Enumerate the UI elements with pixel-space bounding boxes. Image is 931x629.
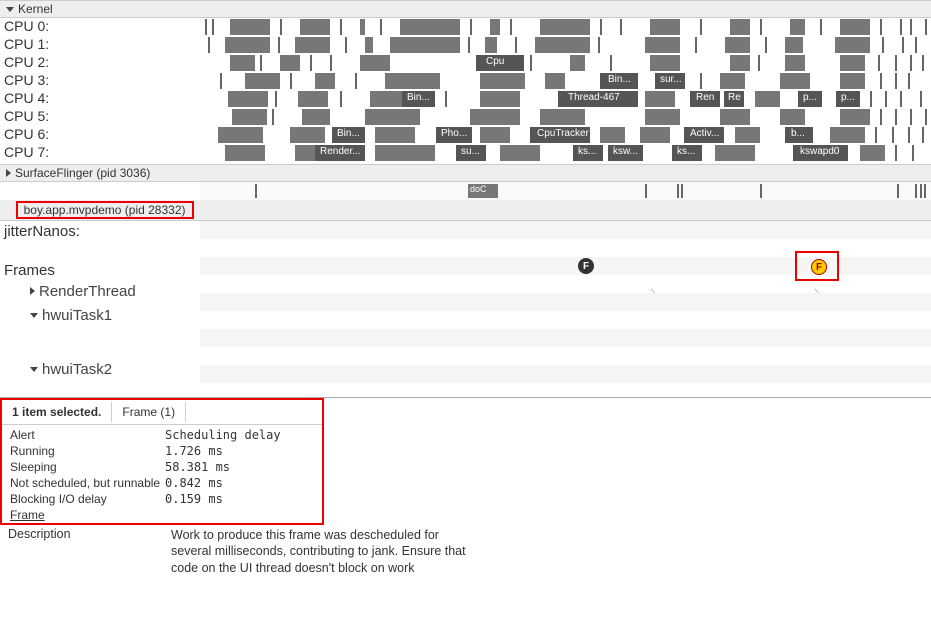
bar-label-ks2: ks... — [677, 146, 695, 157]
sf-bar-doc[interactable]: doC — [468, 184, 498, 198]
bar-label-re: Re — [728, 92, 741, 103]
cpu-label-7[interactable]: CPU 7: — [0, 144, 200, 162]
bar-label-bin3: Bin... — [337, 128, 360, 139]
details-row-notscheduled: Not scheduled, but runnable 0.842 ms — [2, 475, 322, 491]
details-row-alert: Alert Scheduling delay — [2, 427, 322, 443]
kernel-header[interactable]: Kernel — [0, 0, 931, 18]
surfaceflinger-title: SurfaceFlinger (pid 3036) — [15, 166, 150, 180]
chevron-right-icon — [6, 169, 11, 177]
cpu-row-6: Bin... Pho... CpuTracker Activ... b... — [200, 126, 931, 144]
cpu-row-0 — [200, 18, 931, 36]
details-row-sleeping: Sleeping 58.381 ms — [2, 459, 322, 475]
cpu-row-5 — [200, 108, 931, 126]
bar-label-activ: Activ... — [690, 128, 719, 139]
details-row-frame-link[interactable]: Frame — [2, 507, 322, 523]
surfaceflinger-body: doC — [0, 182, 931, 200]
bar-label-ks1: ks... — [578, 146, 596, 157]
cpu-row-3: Bin... sur... — [200, 72, 931, 90]
cpu-label-5[interactable]: CPU 5: — [0, 108, 200, 126]
chevron-down-icon — [30, 313, 38, 318]
cpu-label-0[interactable]: CPU 0: — [0, 18, 200, 36]
bar-label-thread: Thread-467 — [568, 92, 620, 103]
bar-label-b: b... — [791, 128, 805, 139]
bar-label-p2: p... — [841, 92, 855, 103]
bar-label-kswapd0: kswapd0 — [800, 146, 839, 157]
details-row-blockingio: Blocking I/O delay 0.159 ms — [2, 491, 322, 507]
chevron-down-icon — [6, 7, 14, 12]
bar-label-cpu: Cpu — [486, 56, 504, 67]
tab-bar: 1 item selected. Frame (1) — [2, 400, 322, 425]
kernel-title: Kernel — [18, 2, 53, 16]
frames-label[interactable]: Frames — [4, 242, 200, 279]
cpu-label-6[interactable]: CPU 6: — [0, 126, 200, 144]
cpu-row-2: Cpu — [200, 54, 931, 72]
cpu-label-2[interactable]: CPU 2: — [0, 54, 200, 72]
surfaceflinger-graph[interactable]: doC — [200, 182, 931, 200]
cpu-label-1[interactable]: CPU 1: — [0, 36, 200, 54]
tab-selected[interactable]: 1 item selected. — [2, 402, 112, 422]
thread-hwui2[interactable]: hwuiTask2 — [4, 357, 200, 381]
bar-label-ren: Ren — [696, 92, 714, 103]
cpu-row-7: Render... su... ks... ksw... ks... kswap… — [200, 144, 931, 162]
thread-render[interactable]: RenderThread — [4, 279, 200, 303]
process-graph[interactable]: F F ⸜ ⸜ — [200, 221, 931, 397]
cpu-label-4[interactable]: CPU 4: — [0, 90, 200, 108]
frame-marker-f-dark[interactable]: F — [578, 258, 594, 274]
bar-label-su: su... — [461, 146, 480, 157]
bar-label-ksw: ksw... — [613, 146, 638, 157]
bar-label-bin2: Bin... — [407, 92, 430, 103]
bar-label-p1: p... — [803, 92, 817, 103]
thread-hwui1[interactable]: hwuiTask1 — [4, 303, 200, 327]
kernel-body: CPU 0: CPU 1: CPU 2: CPU 3: CPU 4: CPU 5… — [0, 18, 931, 164]
description-row: Description Work to produce this frame w… — [0, 525, 931, 578]
cpu-labels: CPU 0: CPU 1: CPU 2: CPU 3: CPU 4: CPU 5… — [0, 18, 200, 164]
details-table: Alert Scheduling delay Running 1.726 ms … — [2, 425, 322, 523]
frame-marker-f-yellow[interactable]: F — [811, 259, 827, 275]
cpu-row-1 — [200, 36, 931, 54]
cpu-label-3[interactable]: CPU 3: — [0, 72, 200, 90]
chevron-right-icon — [30, 287, 35, 295]
bar-label-render: Render... — [320, 146, 361, 157]
details-panel: 1 item selected. Frame (1) Alert Schedul… — [0, 397, 931, 578]
bar-label-cputracker: CpuTracker — [537, 128, 589, 139]
process-body: jitterNanos: Frames RenderThread hwuiTas… — [0, 221, 931, 397]
cpu-row-4: Bin... Thread-467 Ren Re p... p... — [200, 90, 931, 108]
process-title: boy.app.mvpdemo (pid 28332) — [24, 203, 186, 217]
jitter-label[interactable]: jitterNanos: — [4, 221, 200, 242]
bar-label-bin: Bin... — [608, 74, 631, 85]
cpu-graph[interactable]: Cpu Bin... sur... — [200, 18, 931, 164]
tab-frame[interactable]: Frame (1) — [112, 402, 186, 422]
bar-label-sur: sur... — [660, 74, 682, 85]
process-header[interactable]: boy.app.mvpdemo (pid 28332) — [0, 200, 931, 221]
surfaceflinger-header[interactable]: SurfaceFlinger (pid 3036) — [0, 164, 931, 182]
chevron-down-icon — [30, 367, 38, 372]
bar-label-pho: Pho... — [441, 128, 467, 139]
details-row-running: Running 1.726 ms — [2, 443, 322, 459]
